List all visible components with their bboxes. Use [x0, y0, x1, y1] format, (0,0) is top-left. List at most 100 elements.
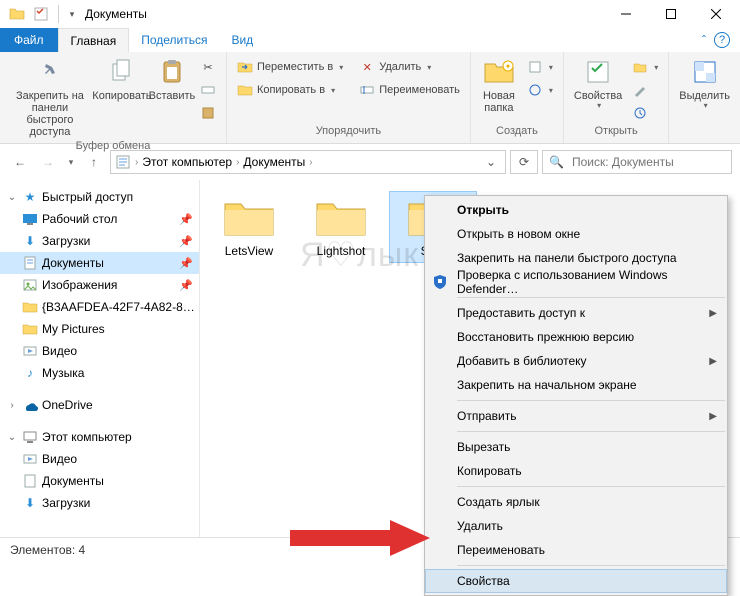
- rename-button[interactable]: Переименовать: [355, 79, 464, 101]
- onedrive-icon: [22, 397, 38, 413]
- history-small-button[interactable]: [628, 102, 662, 124]
- ribbon-group-label: Открыть: [570, 125, 662, 143]
- quick-access-toolbar: ▾: [2, 3, 79, 25]
- easy-access-small-button[interactable]: ▾: [523, 79, 557, 101]
- search-input[interactable]: [570, 154, 729, 170]
- ribbon-collapse-icon[interactable]: ˆ: [702, 33, 706, 47]
- properties-button[interactable]: Свойства▾: [570, 54, 626, 113]
- nav-pc-downloads[interactable]: ⬇Загрузки: [0, 492, 199, 514]
- ctx-pin-quick-access[interactable]: Закрепить на панели быстрого доступа: [425, 246, 727, 270]
- nav-quick-access[interactable]: ⌄★Быстрый доступ: [0, 186, 199, 208]
- nav-music[interactable]: ♪Музыка: [0, 362, 199, 384]
- documents-icon: [22, 255, 38, 271]
- nav-this-pc[interactable]: ⌄Этот компьютер: [0, 426, 199, 448]
- open-icon: [632, 59, 648, 75]
- qat-dropdown-icon[interactable]: ▾: [65, 3, 79, 25]
- ctx-cut[interactable]: Вырезать: [425, 435, 727, 459]
- select-icon: [689, 56, 721, 88]
- tab-share[interactable]: Поделиться: [129, 28, 219, 52]
- ctx-delete[interactable]: Удалить: [425, 514, 727, 538]
- pin-icon: 📌: [179, 213, 193, 226]
- pictures-icon: [22, 277, 38, 293]
- nav-downloads[interactable]: ⬇Загрузки📌: [0, 230, 199, 252]
- folder-item[interactable]: LetsView: [206, 192, 292, 262]
- window-controls: [603, 0, 738, 28]
- easy-access-icon: [527, 82, 543, 98]
- music-icon: ♪: [22, 365, 38, 381]
- address-bar[interactable]: › Этот компьютер › Документы › ⌄: [110, 150, 506, 174]
- ribbon-group-select: Выделить▾: [669, 52, 740, 143]
- new-item-small-button[interactable]: ▾: [523, 56, 557, 78]
- nav-guid-folder[interactable]: {B3AAFDEA-42F7-4A82-8…: [0, 296, 199, 318]
- status-elements: Элементов: 4: [10, 543, 85, 557]
- ctx-restore-previous[interactable]: Восстановить прежнюю версию: [425, 325, 727, 349]
- ctx-create-shortcut[interactable]: Создать ярлык: [425, 490, 727, 514]
- edit-small-button[interactable]: [628, 79, 662, 101]
- pin-icon: [34, 56, 66, 88]
- recent-locations-dropdown[interactable]: ▾: [64, 150, 78, 174]
- ctx-defender[interactable]: Проверка с использованием Windows Defend…: [425, 270, 727, 294]
- breadcrumb-current[interactable]: Документы: [243, 155, 305, 169]
- tab-home[interactable]: Главная: [58, 28, 130, 52]
- refresh-button[interactable]: ⟳: [510, 150, 538, 174]
- new-folder-button[interactable]: ✦ Новая папка: [477, 54, 521, 116]
- ctx-open[interactable]: Открыть: [425, 198, 727, 222]
- forward-button[interactable]: →: [36, 150, 60, 174]
- nav-pc-video[interactable]: Видео: [0, 448, 199, 470]
- ctx-add-to-library[interactable]: Добавить в библиотеку▶: [425, 349, 727, 373]
- ctx-properties[interactable]: Свойства: [425, 569, 727, 593]
- nav-onedrive[interactable]: ›OneDrive: [0, 394, 199, 416]
- ctx-open-new-window[interactable]: Открыть в новом окне: [425, 222, 727, 246]
- cut-small-button[interactable]: ✂: [196, 56, 220, 78]
- select-button[interactable]: Выделить▾: [675, 54, 734, 113]
- folder-label: LetsView: [225, 244, 273, 258]
- address-dropdown-icon[interactable]: ⌄: [481, 155, 501, 169]
- open-small-button[interactable]: ▾: [628, 56, 662, 78]
- nav-desktop[interactable]: Рабочий стол📌: [0, 208, 199, 230]
- copy-path-small-button[interactable]: [196, 79, 220, 101]
- ctx-pin-start[interactable]: Закрепить на начальном экране: [425, 373, 727, 397]
- new-folder-icon: ✦: [483, 56, 515, 88]
- folder-item[interactable]: Lightshot: [298, 192, 384, 262]
- ctx-give-access[interactable]: Предоставить доступ к▶: [425, 301, 727, 325]
- nav-documents[interactable]: Документы📌: [0, 252, 199, 274]
- close-button[interactable]: [693, 0, 738, 28]
- address-bar-row: ← → ▾ ↑ › Этот компьютер › Документы › ⌄…: [0, 144, 740, 180]
- pin-icon: 📌: [179, 279, 193, 292]
- submenu-arrow-icon: ▶: [709, 356, 717, 367]
- move-to-button[interactable]: Переместить в▾: [233, 56, 347, 78]
- tab-file[interactable]: Файл: [0, 28, 58, 52]
- ctx-rename[interactable]: Переименовать: [425, 538, 727, 562]
- properties-qat-icon[interactable]: [30, 3, 52, 25]
- ribbon-group-new: ✦ Новая папка ▾ ▾ Создать: [471, 52, 564, 143]
- nav-my-pictures[interactable]: My Pictures: [0, 318, 199, 340]
- this-pc-icon: [22, 429, 38, 445]
- back-button[interactable]: ←: [8, 150, 32, 174]
- folder-app-icon: [6, 3, 28, 25]
- breadcrumb-root[interactable]: Этот компьютер: [142, 155, 232, 169]
- minimize-button[interactable]: [603, 0, 648, 28]
- tab-view[interactable]: Вид: [219, 28, 265, 52]
- help-icon[interactable]: ?: [714, 32, 730, 48]
- ctx-send-to[interactable]: Отправить▶: [425, 404, 727, 428]
- paste-shortcut-small-button[interactable]: [196, 102, 220, 124]
- up-button[interactable]: ↑: [82, 150, 106, 174]
- paste-button[interactable]: Вставить: [150, 54, 194, 104]
- downloads-icon: ⬇: [22, 495, 38, 511]
- ctx-copy[interactable]: Копировать: [425, 459, 727, 483]
- nav-pc-documents[interactable]: Документы: [0, 470, 199, 492]
- maximize-button[interactable]: [648, 0, 693, 28]
- window-title: Документы: [79, 7, 603, 21]
- copy-button[interactable]: Копировать: [96, 54, 148, 104]
- search-box[interactable]: 🔍: [542, 150, 732, 174]
- delete-button[interactable]: ✕Удалить▾: [355, 56, 464, 78]
- folder-icon: [22, 299, 38, 315]
- rename-icon: [359, 82, 375, 98]
- ribbon-tabstrip: Файл Главная Поделиться Вид ˆ ?: [0, 28, 740, 52]
- nav-video[interactable]: Видео: [0, 340, 199, 362]
- ribbon-group-label: [675, 125, 734, 143]
- copy-to-button[interactable]: Копировать в▾: [233, 79, 347, 101]
- pin-quick-access-button[interactable]: Закрепить на панели быстрого доступа: [6, 54, 94, 140]
- nav-pictures[interactable]: Изображения📌: [0, 274, 199, 296]
- move-to-icon: [237, 59, 253, 75]
